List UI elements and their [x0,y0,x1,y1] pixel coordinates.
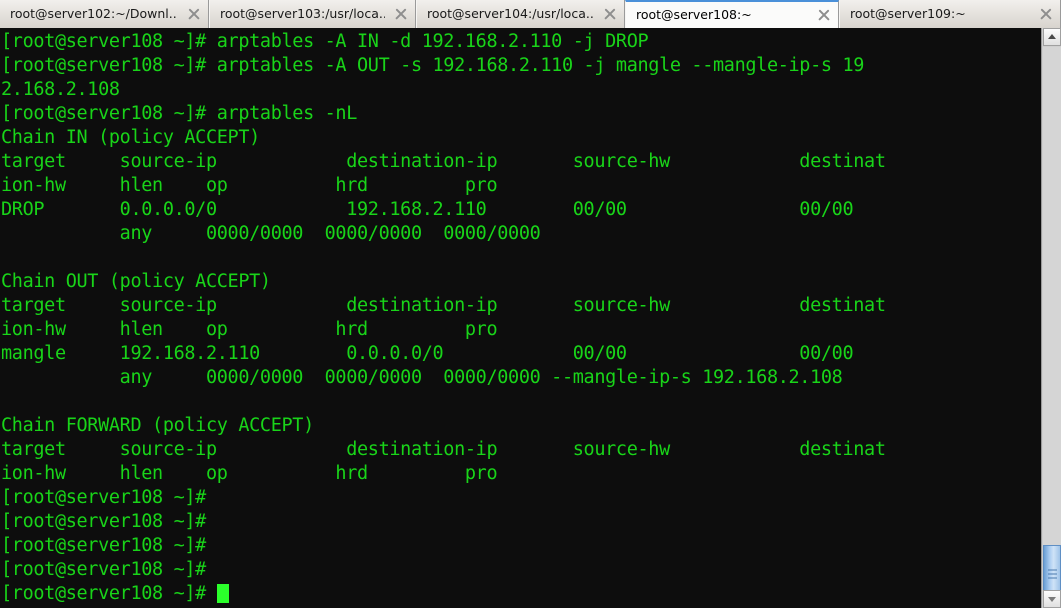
terminal-scrollbar[interactable] [1041,28,1061,608]
scroll-up-arrow-icon[interactable] [1043,28,1061,46]
grip-icon [1048,569,1057,579]
terminal-screen[interactable]: [root@server108 ~]# arptables -A IN -d 1… [0,28,1041,608]
close-icon[interactable] [602,6,618,22]
tab-root-server104[interactable]: root@server104:/usr/loca... [416,0,625,28]
terminal-output: [root@server108 ~]# arptables -A IN -d 1… [1,31,886,604]
tab-label: root@server103:/usr/loca... [220,6,385,21]
tab-label: root@server109:~ [850,6,966,21]
tab-root-server102[interactable]: root@server102:~/Downl... [0,0,209,28]
terminal-tab-bar: root@server102:~/Downl... root@server103… [0,0,1061,28]
tab-root-server109[interactable]: root@server109:~ [839,0,1061,28]
tab-label: root@server104:/usr/loca... [427,6,594,21]
tab-label: root@server108:~ [636,7,752,22]
scroll-down-arrow-icon[interactable] [1043,590,1061,608]
tab-root-server103[interactable]: root@server103:/usr/loca... [209,0,416,28]
close-icon[interactable] [1038,6,1054,22]
tab-label: root@server102:~/Downl... [10,6,178,21]
chevron-down-icon [1048,597,1056,602]
close-icon[interactable] [186,6,202,22]
scrollbar-track[interactable] [1043,47,1061,603]
tab-root-server108[interactable]: root@server108:~ [625,0,839,28]
close-icon[interactable] [393,6,409,22]
close-icon[interactable] [816,7,832,23]
chevron-up-icon [1048,34,1056,39]
terminal-cursor [216,584,229,603]
